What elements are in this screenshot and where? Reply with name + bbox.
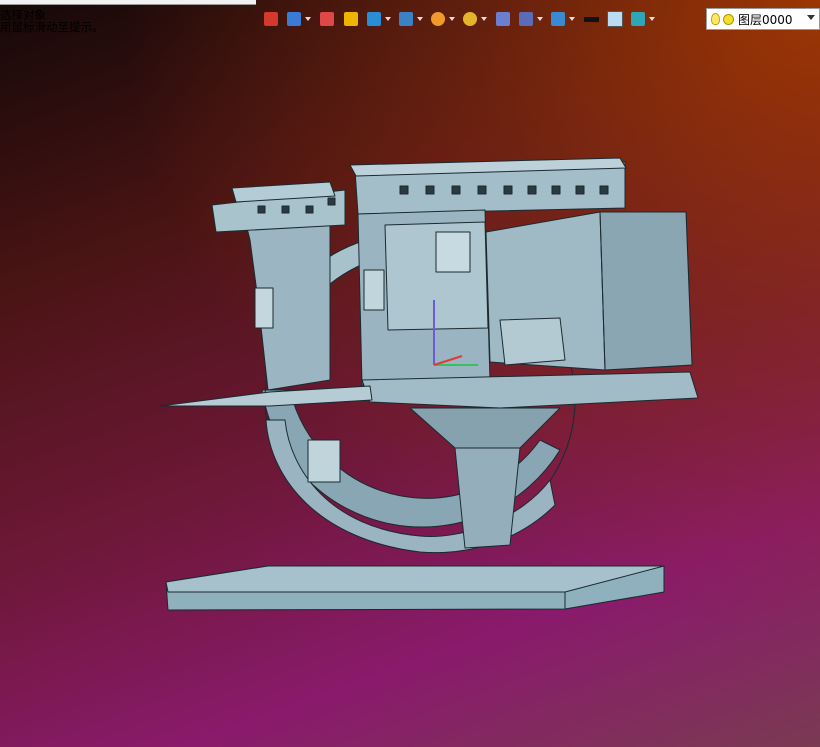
lower-window <box>307 439 341 483</box>
left-window <box>254 287 274 329</box>
cradle-support <box>409 407 561 449</box>
column-window <box>363 269 385 311</box>
central-window <box>435 231 471 273</box>
cad-model-viewport[interactable] <box>0 0 820 747</box>
left-platform <box>159 385 373 407</box>
motor-housing-side <box>599 211 693 371</box>
gearbox <box>499 317 566 366</box>
cradle-post <box>454 447 521 549</box>
